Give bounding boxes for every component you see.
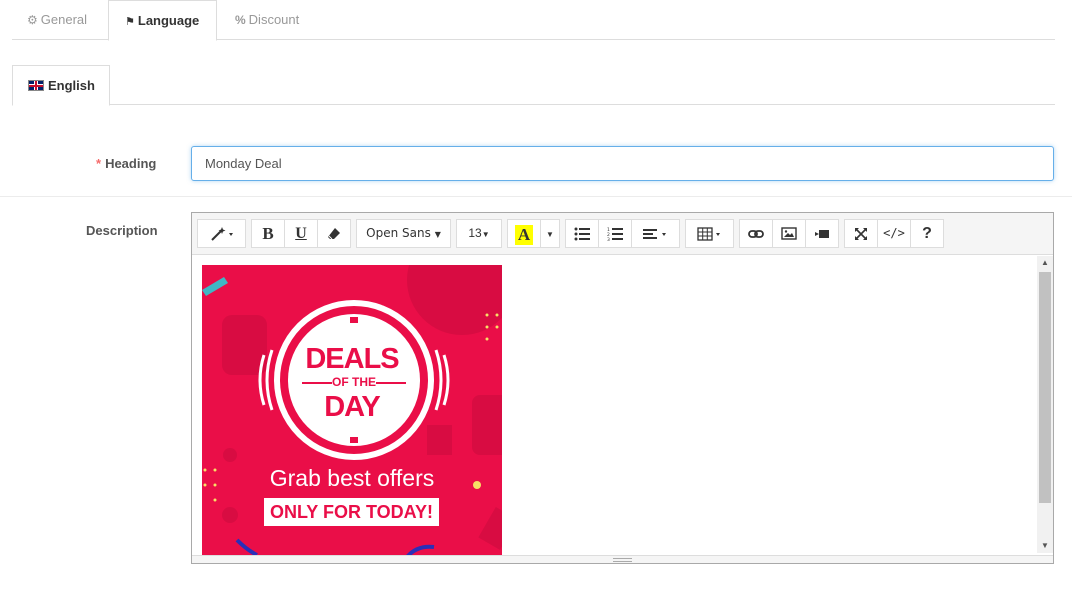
table-dropdown-button[interactable] <box>685 219 734 248</box>
font-family-dropdown[interactable]: Open Sans ▼ <box>356 219 451 248</box>
tab-language[interactable]: ⚑ Language <box>108 0 217 41</box>
editor-toolbar: B U Open Sans ▼ 13▼ A ▼ 1 2 3 </> ? <box>192 213 1053 255</box>
scrollbar-thumb[interactable] <box>1039 272 1051 503</box>
scroll-down-arrow-icon[interactable]: ▼ <box>1037 539 1053 553</box>
caret-down-icon: ▼ <box>434 230 441 239</box>
tab-discount[interactable]: % Discount <box>235 0 299 40</box>
banner-tagline: Grab best offers <box>269 465 435 491</box>
clear-format-button[interactable] <box>317 219 351 248</box>
tab-language-label: Language <box>137 13 200 28</box>
style-dropdown-button[interactable] <box>197 219 246 248</box>
font-size-dropdown[interactable]: 13▼ <box>456 219 502 248</box>
insert-link-button[interactable] <box>739 219 773 248</box>
banner-line2: OF THE <box>332 375 376 389</box>
expand-icon <box>855 227 867 240</box>
flag-icon: ⚑ <box>125 16 135 28</box>
banner-cta: ONLY FOR TODAY! <box>264 498 439 526</box>
highlight-color-button[interactable]: A <box>507 219 541 248</box>
scroll-up-arrow-icon[interactable]: ▲ <box>1037 256 1053 270</box>
highlight-letter: A <box>515 225 533 245</box>
tab-general[interactable]: ⚙ General <box>27 0 87 40</box>
caret-down-icon: ▼ <box>546 230 554 239</box>
paragraph-align-dropdown[interactable] <box>631 219 680 248</box>
code-view-button[interactable]: </> <box>877 219 911 248</box>
language-tabs: English <box>12 65 1055 106</box>
align-left-icon <box>642 228 666 239</box>
unordered-list-button[interactable] <box>565 219 599 248</box>
underline-button[interactable]: U <box>284 219 318 248</box>
bold-button[interactable]: B <box>251 219 285 248</box>
insert-video-button[interactable] <box>805 219 839 248</box>
heading-input[interactable] <box>191 146 1054 181</box>
description-editor[interactable]: B U Open Sans ▼ 13▼ A ▼ 1 2 3 </> ? DEAL… <box>191 212 1054 564</box>
svg-text:3: 3 <box>607 237 610 241</box>
magic-wand-icon <box>210 226 233 241</box>
main-tabs: ⚙ General ⚑ Language % Discount <box>12 0 1055 41</box>
link-icon <box>748 229 764 238</box>
numbered-list-icon: 1 2 3 <box>607 227 623 243</box>
description-label: Description <box>86 223 158 238</box>
eraser-icon <box>328 227 340 240</box>
editor-resize-bar[interactable] <box>192 555 1053 563</box>
editor-content[interactable]: DEALS OF THE DAY Grab best offers ONLY F… <box>192 255 1053 555</box>
ordered-list-button[interactable]: 1 2 3 <box>598 219 632 248</box>
fullscreen-button[interactable] <box>844 219 878 248</box>
banner-line1: DEALS <box>305 343 399 375</box>
picture-icon <box>781 227 797 241</box>
tab-english[interactable]: English <box>12 65 110 106</box>
percent-icon: % <box>235 13 246 27</box>
table-icon <box>696 227 720 241</box>
insert-image-button[interactable] <box>772 219 806 248</box>
heading-label: * Heading <box>96 156 156 171</box>
help-button[interactable]: ? <box>910 219 944 248</box>
banner-line3: DAY <box>324 391 381 423</box>
tab-general-label: General <box>40 12 88 27</box>
form-divider <box>0 196 1072 197</box>
caret-down-icon: ▼ <box>481 230 490 239</box>
resize-grip-icon[interactable] <box>613 558 632 562</box>
heading-label-text: Heading <box>105 156 157 171</box>
bullet-list-icon <box>574 227 590 241</box>
tab-discount-label: Discount <box>248 12 300 27</box>
video-icon <box>815 229 829 238</box>
color-dropdown-button[interactable]: ▼ <box>540 219 560 248</box>
font-family-value: Open Sans <box>366 226 431 240</box>
tab-english-label: English <box>48 78 95 93</box>
uk-flag-icon <box>28 80 44 91</box>
gear-icon: ⚙ <box>27 13 38 27</box>
deals-banner-image: DEALS OF THE DAY Grab best offers ONLY F… <box>202 265 502 555</box>
font-size-value: 13 <box>468 226 482 240</box>
required-mark: * <box>96 156 102 171</box>
editor-scrollbar[interactable]: ▲ ▼ <box>1037 256 1053 553</box>
